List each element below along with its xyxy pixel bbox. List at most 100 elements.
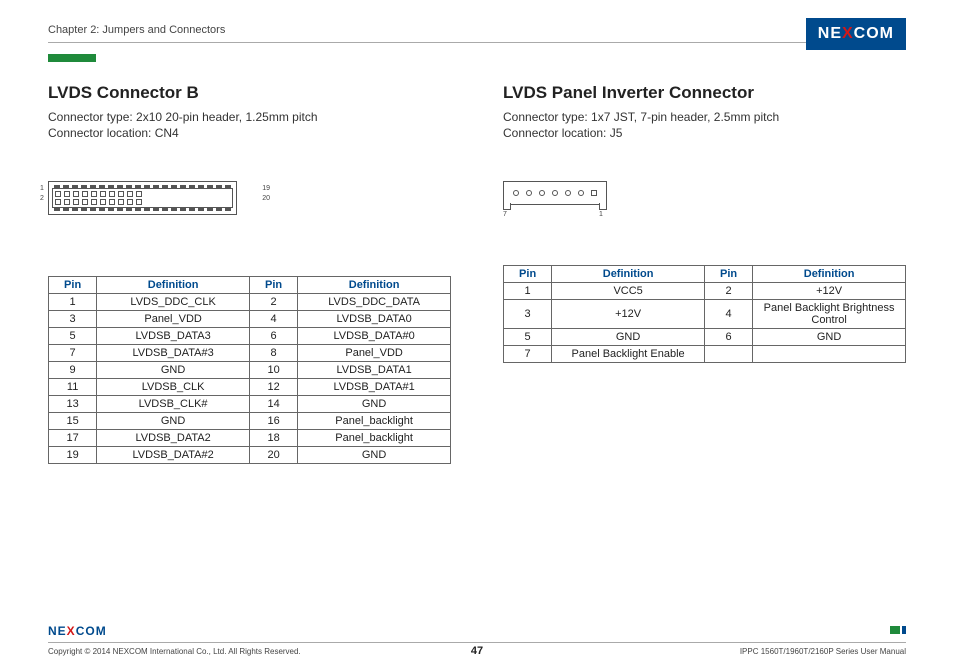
th-pin: Pin — [704, 266, 752, 283]
left-column: LVDS Connector B Connector type: 2x10 20… — [48, 83, 451, 464]
cell-pin: 17 — [49, 430, 97, 447]
cell-pin: 15 — [49, 413, 97, 430]
cell-pin: 3 — [49, 311, 97, 328]
cell-pin: 12 — [249, 379, 297, 396]
th-definition: Definition — [298, 277, 451, 294]
cell-pin: 16 — [249, 413, 297, 430]
table-row: 19LVDSB_DATA#220GND — [49, 447, 451, 464]
table-row: 5GND6GND — [504, 329, 906, 346]
cell-definition: GND — [753, 329, 906, 346]
th-definition: Definition — [97, 277, 250, 294]
right-heading: LVDS Panel Inverter Connector — [503, 83, 906, 103]
inverter-connector-table: Pin Definition Pin Definition 1VCC52+12V… — [503, 265, 906, 363]
cell-pin: 10 — [249, 362, 297, 379]
connector-b-diagram: 1 2 19 20 — [48, 181, 258, 216]
pin-label-19: 19 — [262, 185, 270, 192]
table-row: 11LVDSB_CLK12LVDSB_DATA#1 — [49, 379, 451, 396]
cell-definition: GND — [552, 329, 705, 346]
left-desc-line1: Connector type: 2x10 20-pin header, 1.25… — [48, 109, 451, 125]
cell-pin: 1 — [504, 283, 552, 300]
th-pin: Pin — [49, 277, 97, 294]
cell-pin: 18 — [249, 430, 297, 447]
cell-definition: LVDSB_DATA#3 — [97, 345, 250, 362]
pin-label-7: 7 — [503, 211, 507, 218]
footer-manual: IPPC 1560T/1960T/2160P Series User Manua… — [740, 647, 906, 656]
chapter-title: Chapter 2: Jumpers and Connectors — [48, 24, 906, 36]
cell-pin: 2 — [704, 283, 752, 300]
cell-definition — [753, 346, 906, 363]
cell-definition: +12V — [753, 283, 906, 300]
cell-pin: 7 — [49, 345, 97, 362]
th-definition: Definition — [753, 266, 906, 283]
pin-label-2: 2 — [40, 195, 44, 202]
cell-definition: LVDS_DDC_DATA — [298, 294, 451, 311]
cell-pin: 11 — [49, 379, 97, 396]
th-definition: Definition — [552, 266, 705, 283]
cell-pin: 19 — [49, 447, 97, 464]
cell-definition: LVDSB_DATA1 — [298, 362, 451, 379]
cell-definition: +12V — [552, 300, 705, 329]
pin-row-bottom — [55, 199, 230, 205]
cell-definition: GND — [97, 362, 250, 379]
table-row: 1LVDS_DDC_CLK2LVDS_DDC_DATA — [49, 294, 451, 311]
cell-pin: 4 — [249, 311, 297, 328]
cell-definition: GND — [97, 413, 250, 430]
cell-pin: 14 — [249, 396, 297, 413]
pin-label-1: 1 — [40, 185, 44, 192]
right-desc-line2: Connector location: J5 — [503, 125, 906, 141]
cell-pin: 13 — [49, 396, 97, 413]
cell-pin — [704, 346, 752, 363]
pin-label-1: 1 — [599, 211, 603, 218]
right-desc-line1: Connector type: 1x7 JST, 7-pin header, 2… — [503, 109, 906, 125]
cell-definition: LVDSB_DATA#1 — [298, 379, 451, 396]
right-column: LVDS Panel Inverter Connector Connector … — [503, 83, 906, 464]
cell-pin: 5 — [504, 329, 552, 346]
cell-definition: LVDS_DDC_CLK — [97, 294, 250, 311]
table-row: 3+12V4Panel Backlight Brightness Control — [504, 300, 906, 329]
table-row: 7LVDSB_DATA#38Panel_VDD — [49, 345, 451, 362]
cell-definition: GND — [298, 447, 451, 464]
table-row: 3Panel_VDD4LVDSB_DATA0 — [49, 311, 451, 328]
pin-label-20: 20 — [262, 195, 270, 202]
cell-definition: LVDSB_CLK — [97, 379, 250, 396]
cell-definition: LVDSB_DATA0 — [298, 311, 451, 328]
cell-pin: 3 — [504, 300, 552, 329]
header-bar: Chapter 2: Jumpers and Connectors NEXCOM — [48, 24, 906, 43]
table-row: 5LVDSB_DATA36LVDSB_DATA#0 — [49, 328, 451, 345]
left-heading: LVDS Connector B — [48, 83, 451, 103]
connector-b-table: Pin Definition Pin Definition 1LVDS_DDC_… — [48, 276, 451, 464]
table-row: 1VCC52+12V — [504, 283, 906, 300]
cell-pin: 1 — [49, 294, 97, 311]
cell-pin: 8 — [249, 345, 297, 362]
table-row: 15GND16Panel_backlight — [49, 413, 451, 430]
cell-pin: 4 — [704, 300, 752, 329]
cell-definition: LVDSB_CLK# — [97, 396, 250, 413]
th-pin: Pin — [249, 277, 297, 294]
cell-definition: Panel Backlight Brightness Control — [753, 300, 906, 329]
table-row: 9GND10LVDSB_DATA1 — [49, 362, 451, 379]
cell-definition: VCC5 — [552, 283, 705, 300]
page-number: 47 — [471, 645, 483, 657]
cell-pin: 7 — [504, 346, 552, 363]
cell-definition: Panel_VDD — [97, 311, 250, 328]
cell-definition: Panel_backlight — [298, 430, 451, 447]
cell-pin: 20 — [249, 447, 297, 464]
nexcom-logo: NEXCOM — [806, 18, 906, 46]
cell-definition: LVDSB_DATA#2 — [97, 447, 250, 464]
footer-logo: NEXCOM — [48, 624, 906, 638]
inverter-connector-diagram: 7 1 — [503, 181, 623, 205]
cell-definition: LVDSB_DATA#0 — [298, 328, 451, 345]
cell-definition: GND — [298, 396, 451, 413]
cell-definition: LVDSB_DATA3 — [97, 328, 250, 345]
table-row: 7Panel Backlight Enable — [504, 346, 906, 363]
cell-pin: 2 — [249, 294, 297, 311]
cell-definition: Panel_VDD — [298, 345, 451, 362]
cell-definition: Panel Backlight Enable — [552, 346, 705, 363]
footer-copyright: Copyright © 2014 NEXCOM International Co… — [48, 647, 301, 656]
cell-pin: 5 — [49, 328, 97, 345]
table-row: 17LVDSB_DATA218Panel_backlight — [49, 430, 451, 447]
cell-definition: Panel_backlight — [298, 413, 451, 430]
left-desc-line2: Connector location: CN4 — [48, 125, 451, 141]
green-accent-bar — [48, 54, 96, 62]
th-pin: Pin — [504, 266, 552, 283]
